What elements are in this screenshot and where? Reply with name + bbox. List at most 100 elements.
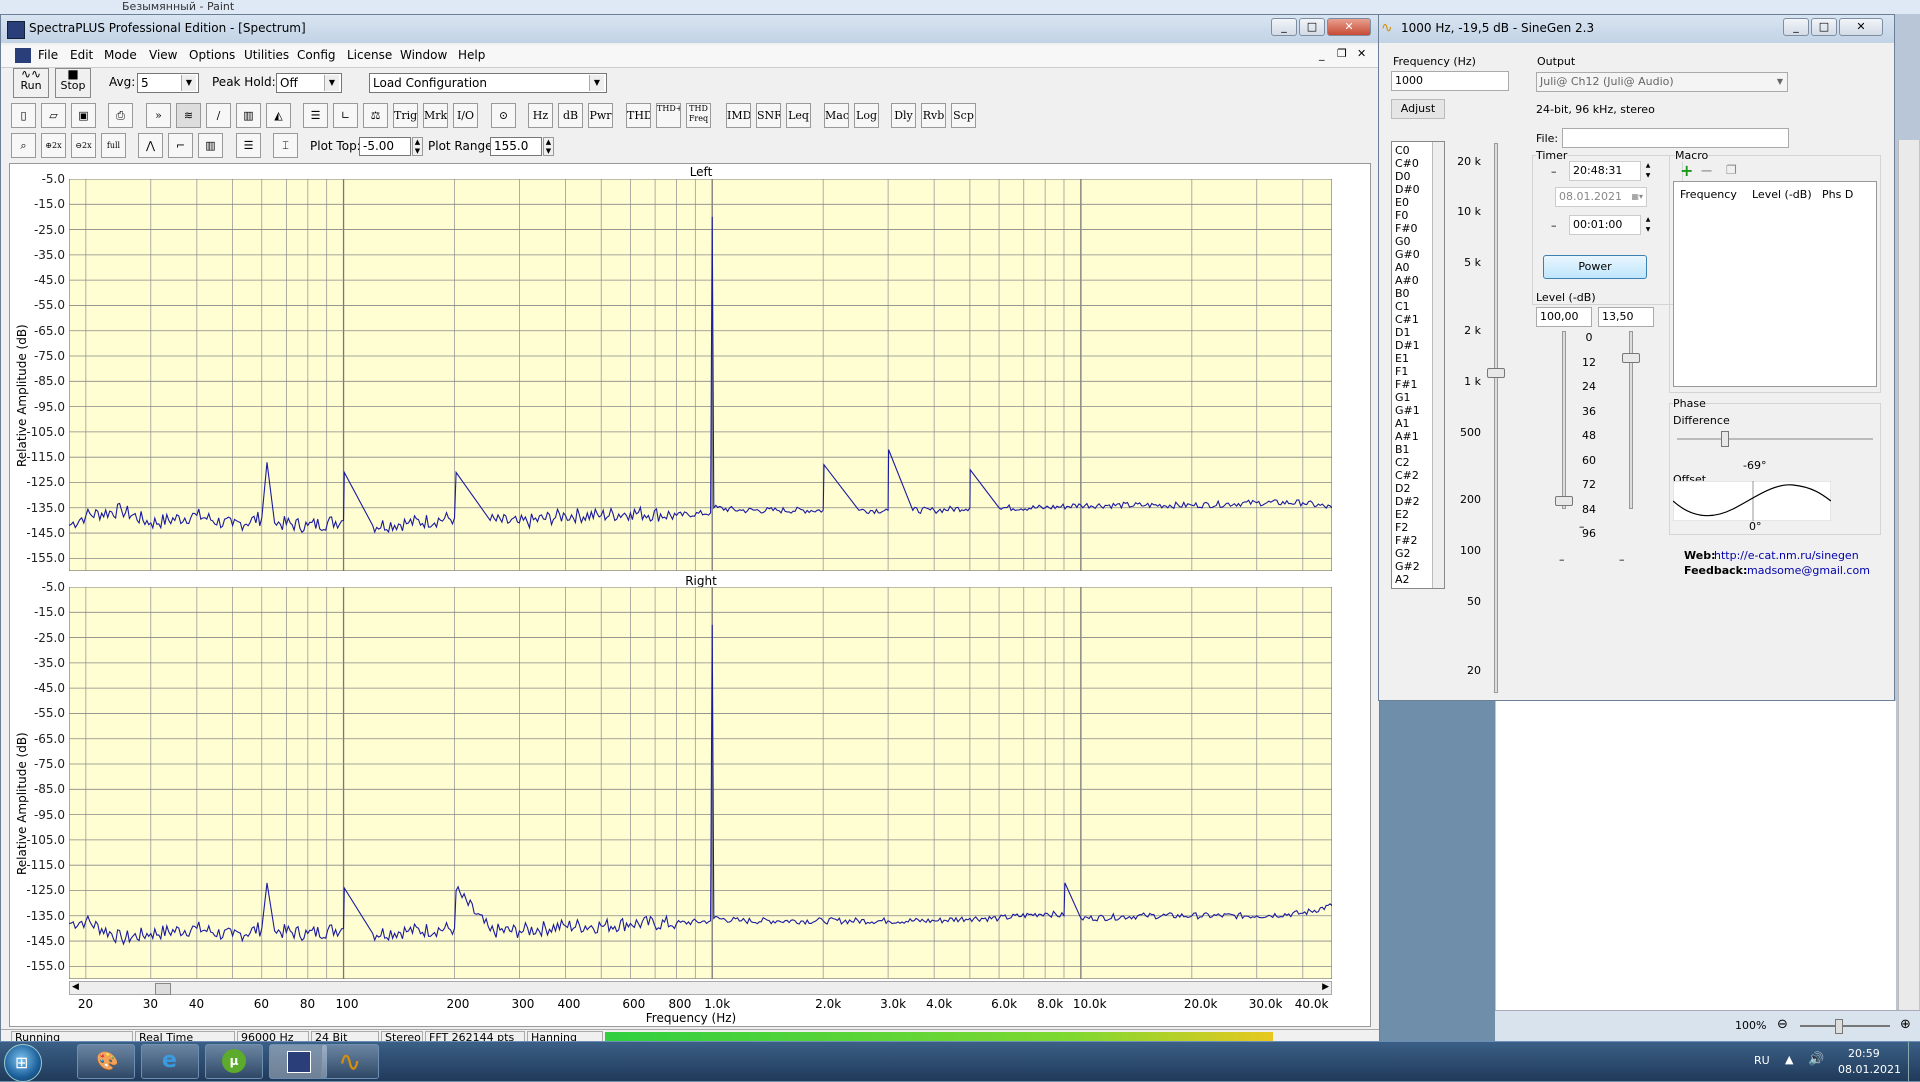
copy-icon[interactable]: ❐ bbox=[1726, 163, 1737, 177]
note-item[interactable]: E1 bbox=[1395, 352, 1409, 365]
save-icon[interactable]: ▣ bbox=[71, 103, 96, 128]
trig-button[interactable]: Trig bbox=[393, 103, 418, 128]
level-input-right[interactable]: 13,50 bbox=[1598, 307, 1654, 327]
mdi-close-icon[interactable]: ✕ bbox=[1357, 47, 1366, 60]
note-item[interactable]: F#1 bbox=[1395, 378, 1418, 391]
feedback-link[interactable]: madsome@gmail.com bbox=[1747, 564, 1870, 577]
snr-button[interactable]: SNR bbox=[756, 103, 781, 128]
file-input[interactable] bbox=[1562, 128, 1789, 148]
menu-view[interactable]: View bbox=[149, 48, 177, 62]
config-select[interactable]: Load Configuration ▼ bbox=[369, 73, 607, 93]
note-item[interactable]: C#2 bbox=[1395, 469, 1419, 482]
zoom-out-2x-icon[interactable]: ⊖2x bbox=[71, 133, 96, 158]
menu-license[interactable]: License bbox=[347, 48, 392, 62]
note-item[interactable]: E2 bbox=[1395, 508, 1409, 521]
sg-close-icon[interactable]: ✕ bbox=[1839, 18, 1883, 36]
level-slider-left[interactable] bbox=[1562, 331, 1566, 509]
timer-duration-input[interactable]: 00:01:00 bbox=[1569, 215, 1641, 235]
peak-hold-select[interactable]: Off ▼ bbox=[276, 73, 342, 93]
duration-check-icon[interactable]: – bbox=[1551, 219, 1557, 232]
bars-icon[interactable]: ▥ bbox=[198, 133, 223, 158]
taskbar-utorrent-icon[interactable]: µ bbox=[205, 1044, 263, 1079]
menu-edit[interactable]: Edit bbox=[70, 48, 93, 62]
print-icon[interactable]: ⎙ bbox=[108, 103, 133, 128]
note-item[interactable]: A#0 bbox=[1395, 274, 1419, 287]
level-slider-right-thumb[interactable] bbox=[1622, 353, 1640, 363]
clock-date[interactable]: 08.01.2021 bbox=[1838, 1063, 1901, 1076]
thdn-button[interactable]: THD+N bbox=[656, 103, 681, 128]
note-item[interactable]: A1 bbox=[1395, 417, 1410, 430]
pwr-button[interactable]: Pwr bbox=[588, 103, 613, 128]
note-item[interactable]: F1 bbox=[1395, 365, 1408, 378]
zoom-slider-thumb[interactable] bbox=[1835, 1019, 1843, 1034]
note-item[interactable]: G2 bbox=[1395, 547, 1411, 560]
note-list[interactable]: C0 C#0 D0 D#0 E0 F0 F#0 G0 G#0 A0 A#0 B0 C1 C#1 D1 D#1 E… bbox=[1391, 141, 1445, 589]
note-item[interactable]: E0 bbox=[1395, 196, 1409, 209]
note-item[interactable]: C#1 bbox=[1395, 313, 1419, 326]
3d-surface-icon[interactable]: ◭ bbox=[266, 103, 291, 128]
note-item[interactable]: C1 bbox=[1395, 300, 1410, 313]
difference-slider-thumb[interactable] bbox=[1721, 431, 1729, 447]
open-icon[interactable]: ▱ bbox=[41, 103, 66, 128]
scp-button[interactable]: Scp bbox=[951, 103, 976, 128]
taskbar-spectraplus-icon[interactable] bbox=[269, 1044, 327, 1079]
layout-icon[interactable]: ☰ bbox=[236, 133, 261, 158]
level-slider-left-thumb[interactable] bbox=[1555, 496, 1573, 506]
thd-freq-button[interactable]: THD Freq bbox=[686, 103, 711, 128]
new-icon[interactable]: ▯ bbox=[11, 103, 36, 128]
scroll-thumb[interactable] bbox=[155, 983, 171, 995]
note-list-scrollbar[interactable] bbox=[1432, 142, 1444, 588]
generator-icon[interactable]: ⊙ bbox=[491, 103, 516, 128]
output-device-select[interactable]: Juli@ Ch12 (Juli@ Audio) ▼ bbox=[1536, 72, 1788, 92]
zoom-full-icon[interactable]: full bbox=[101, 133, 126, 158]
sg-maximize-icon[interactable]: □ bbox=[1811, 18, 1837, 36]
macro-table[interactable]: Frequency Level (-dB) Phs D bbox=[1673, 181, 1877, 387]
minimize-icon[interactable]: _ bbox=[1271, 18, 1297, 36]
note-item[interactable]: G#1 bbox=[1395, 404, 1420, 417]
taskbar-paint-icon[interactable]: 🎨 bbox=[77, 1044, 135, 1079]
taskbar-sinegen-icon[interactable]: ∿ bbox=[321, 1044, 379, 1079]
power-button[interactable]: Power bbox=[1543, 255, 1647, 279]
io-button[interactable]: I/O bbox=[453, 103, 478, 128]
timer-time-input[interactable]: 20:48:31 bbox=[1569, 161, 1641, 181]
log-button[interactable]: Log bbox=[854, 103, 879, 128]
note-item[interactable]: C#0 bbox=[1395, 157, 1419, 170]
timer-date-input[interactable]: 08.01.2021 ▦▾ bbox=[1555, 187, 1647, 207]
scroll-left-icon[interactable]: ◀ bbox=[72, 982, 79, 992]
level-input-left[interactable]: 100,00 bbox=[1536, 307, 1592, 327]
note-item[interactable]: F2 bbox=[1395, 521, 1408, 534]
thd-button[interactable]: THD bbox=[626, 103, 651, 128]
paint-canvas[interactable] bbox=[1496, 701, 1896, 1011]
clock-time[interactable]: 20:59 bbox=[1848, 1047, 1880, 1060]
menu-mode[interactable]: Mode bbox=[104, 48, 137, 62]
mrk-button[interactable]: Mrk bbox=[423, 103, 448, 128]
time-series-icon[interactable]: ∕ bbox=[206, 103, 231, 128]
zoom-in-icon[interactable]: ⊕ bbox=[1900, 1017, 1911, 1032]
note-item[interactable]: B0 bbox=[1395, 287, 1410, 300]
timer-check-icon[interactable]: – bbox=[1551, 165, 1557, 178]
offset-wave[interactable] bbox=[1673, 481, 1831, 521]
plot-range-input[interactable]: 155.0 bbox=[490, 137, 542, 156]
menu-file[interactable]: File bbox=[38, 48, 58, 62]
run-button[interactable]: ∿∿ Run bbox=[13, 68, 49, 98]
start-button[interactable]: ⊞ bbox=[4, 1044, 42, 1082]
note-item[interactable]: B1 bbox=[1395, 443, 1410, 456]
adjust-tab[interactable]: Adjust bbox=[1391, 99, 1445, 119]
imd-button[interactable]: IMD bbox=[726, 103, 751, 128]
close-icon[interactable]: ✕ bbox=[1327, 18, 1371, 36]
mdi-minimize-icon[interactable]: _ bbox=[1319, 48, 1325, 61]
note-item[interactable]: G1 bbox=[1395, 391, 1411, 404]
note-item[interactable]: D2 bbox=[1395, 482, 1410, 495]
step-icon[interactable]: ⌐ bbox=[168, 133, 193, 158]
zoom-out-icon[interactable]: ⊖ bbox=[1777, 1017, 1788, 1032]
mdi-restore-icon[interactable]: ❐ bbox=[1337, 47, 1347, 60]
window-list-icon[interactable]: ☰ bbox=[303, 103, 328, 128]
maximize-icon[interactable]: □ bbox=[1299, 18, 1325, 36]
note-item[interactable]: D#2 bbox=[1395, 495, 1420, 508]
rvb-button[interactable]: Rvb bbox=[921, 103, 946, 128]
paint-scrollbar[interactable] bbox=[1898, 140, 1919, 1010]
menu-help[interactable]: Help bbox=[458, 48, 485, 62]
menu-utilities[interactable]: Utilities bbox=[244, 48, 289, 62]
calendar-icon[interactable]: ▦▾ bbox=[1631, 188, 1643, 206]
db-button[interactable]: dB bbox=[558, 103, 583, 128]
